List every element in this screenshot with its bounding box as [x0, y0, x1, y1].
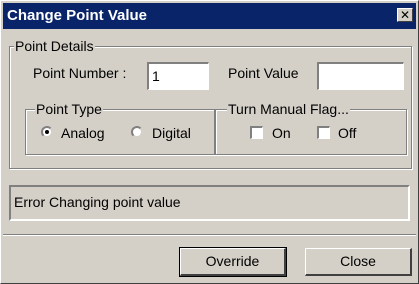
- point-number-label: Point Number :: [33, 65, 127, 81]
- close-button[interactable]: Close: [305, 248, 412, 276]
- on-checkbox[interactable]: [250, 126, 263, 139]
- point-number-input[interactable]: 1: [147, 62, 209, 90]
- off-checkbox-label[interactable]: Off: [338, 125, 356, 141]
- change-point-value-dialog: Change Point Value ✕ Point Details Point…: [0, 0, 419, 284]
- point-type-legend: Point Type: [35, 101, 103, 117]
- analog-radio-label[interactable]: Analog: [61, 125, 105, 141]
- manual-flag-legend: Turn Manual Flag...: [227, 101, 350, 117]
- off-checkbox[interactable]: [317, 126, 330, 139]
- analog-radio[interactable]: [41, 126, 53, 138]
- close-icon[interactable]: ✕: [397, 8, 413, 22]
- on-checkbox-label[interactable]: On: [272, 125, 291, 141]
- point-details-legend: Point Details: [14, 38, 95, 54]
- radio-selected-dot: [45, 130, 49, 134]
- title-bar[interactable]: Change Point Value ✕: [3, 3, 416, 29]
- manual-flag-group: Turn Manual Flag...: [215, 101, 407, 155]
- point-value-input[interactable]: [317, 62, 404, 90]
- digital-radio[interactable]: [131, 126, 143, 138]
- divider: [3, 234, 416, 236]
- window-title: Change Point Value: [7, 7, 148, 24]
- digital-radio-label[interactable]: Digital: [152, 125, 191, 141]
- point-value-label: Point Value: [228, 65, 299, 81]
- override-button[interactable]: Override: [179, 247, 287, 277]
- status-message: Error Changing point value: [9, 185, 410, 221]
